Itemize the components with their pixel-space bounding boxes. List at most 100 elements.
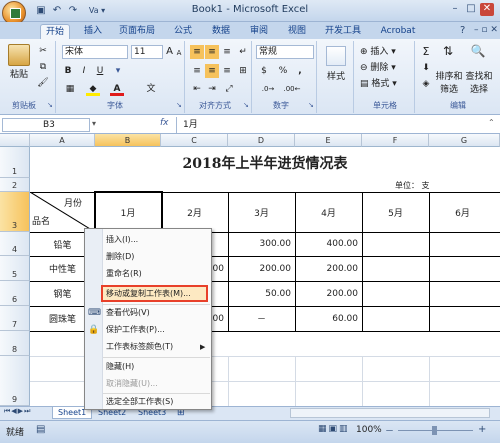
month-cell-2[interactable]: 2月 <box>161 192 228 232</box>
font-name-combo[interactable]: 宋体 <box>62 45 128 59</box>
formula-expand-icon[interactable]: ⌃ <box>488 118 495 127</box>
menu-item-insert[interactable]: 插入(I)... <box>85 232 211 248</box>
find-select-button[interactable]: 查找和 <box>464 70 494 84</box>
column-header-d[interactable]: D <box>228 134 295 147</box>
styles-button[interactable]: 样式 <box>320 70 352 84</box>
row-header-9[interactable]: 9 <box>0 356 30 406</box>
row-header-1[interactable]: 1 <box>0 147 30 178</box>
currency-icon[interactable]: $ <box>256 64 272 78</box>
align-bottom-icon[interactable]: ≡ <box>220 45 234 59</box>
align-right-icon[interactable]: ≡ <box>220 64 234 78</box>
styles-icon[interactable] <box>326 46 346 66</box>
font-launcher-icon[interactable]: ↘ <box>176 101 182 109</box>
menu-item-view-code[interactable]: 查看代码(V) <box>85 305 211 321</box>
month-cell-6[interactable]: 6月 <box>429 192 496 232</box>
column-header-b[interactable]: B <box>95 134 161 147</box>
format-painter-icon[interactable]: 🖌 <box>36 76 50 90</box>
column-header-e[interactable]: E <box>295 134 362 147</box>
increase-indent-icon[interactable]: ⇥ <box>205 82 219 96</box>
insert-cells-button[interactable]: ⊕ 插入 ▾ <box>360 45 396 59</box>
copy-icon[interactable]: ⧉ <box>36 60 50 74</box>
row-header-5[interactable]: 5 <box>0 256 30 281</box>
bold-button[interactable]: B <box>62 64 74 78</box>
fill-icon[interactable]: ⬇ <box>420 61 432 75</box>
align-top-icon[interactable]: ≡ <box>190 45 204 59</box>
horizontal-scrollbar[interactable] <box>290 408 490 418</box>
menu-item-tab-color[interactable]: 工作表标签颜色(T) <box>85 339 211 355</box>
data-cell[interactable]: 200.00 <box>228 256 292 281</box>
data-cell[interactable]: 400.00 <box>295 232 359 256</box>
minimize-icon[interactable]: – <box>448 3 462 16</box>
sort-filter-icon[interactable]: ⇅ <box>440 44 456 58</box>
help-icon[interactable]: ? <box>460 25 465 36</box>
paste-button[interactable]: 粘贴 <box>4 68 34 82</box>
data-cell[interactable]: 200.00 <box>295 281 359 306</box>
menu-item-delete[interactable]: 删除(D) <box>85 249 211 265</box>
tab-formulas[interactable]: 公式 <box>168 24 198 39</box>
increase-decimal-icon[interactable]: .0→ <box>258 82 278 96</box>
menu-item-hide[interactable]: 隐藏(H) <box>85 359 211 375</box>
month-cell-1[interactable]: 1月 <box>95 192 161 232</box>
find-select-icon[interactable]: 🔍 <box>470 44 486 58</box>
number-launcher-icon[interactable]: ↘ <box>308 101 314 109</box>
font-color-button[interactable]: A <box>110 82 124 96</box>
clear-icon[interactable]: ◈ <box>420 77 432 91</box>
tab-review[interactable]: 审阅 <box>244 24 274 39</box>
number-format-combo[interactable]: 常规 <box>256 45 314 59</box>
paste-icon[interactable] <box>8 44 30 66</box>
tab-data[interactable]: 数据 <box>206 24 236 39</box>
percent-button[interactable]: % <box>277 64 289 78</box>
data-cell[interactable]: 300.00 <box>228 232 292 256</box>
column-header-c[interactable]: C <box>161 134 228 147</box>
align-middle-icon[interactable]: ≡ <box>205 45 219 59</box>
format-cells-button[interactable]: ▤ 格式 ▾ <box>360 77 397 91</box>
row-header-2[interactable]: 2 <box>0 178 30 192</box>
worksheet-grid[interactable]: A B C D E F G 1 2 3 4 5 6 7 8 9 2018年上半年… <box>0 134 500 406</box>
borders-icon[interactable]: ▦ <box>62 82 78 96</box>
data-cell[interactable]: 50.00 <box>228 281 291 306</box>
clipboard-launcher-icon[interactable]: ↘ <box>47 101 53 109</box>
menu-item-move-copy[interactable]: 移动或复制工作表(M)... <box>85 286 211 302</box>
align-center-icon[interactable]: ≡ <box>205 64 219 78</box>
decrease-decimal-icon[interactable]: .00← <box>282 82 302 96</box>
data-cell[interactable]: 60.00 <box>295 306 358 331</box>
macro-record-icon[interactable]: ▤ <box>36 424 45 435</box>
underline-dropdown-icon[interactable]: ▾ <box>112 64 124 78</box>
grow-font-button[interactable]: A <box>165 45 174 59</box>
font-size-combo[interactable]: 11 <box>131 45 163 59</box>
month-cell-4[interactable]: 4月 <box>295 192 362 232</box>
formula-input[interactable]: 1月 <box>176 117 486 133</box>
row-header-3[interactable]: 3 <box>0 192 30 232</box>
sheet-nav-arrows-icon[interactable]: ⏮◀▶⏭ <box>4 407 31 416</box>
cut-icon[interactable]: ✂ <box>36 44 50 58</box>
maximize-icon[interactable]: □ <box>464 3 478 16</box>
menu-item-rename[interactable]: 重命名(R) <box>85 266 211 282</box>
column-header-f[interactable]: F <box>362 134 429 147</box>
merge-cells-icon[interactable]: ⊞ <box>236 64 250 78</box>
insert-function-button[interactable]: fx <box>160 118 169 128</box>
phonetic-button[interactable]: 文 <box>144 82 158 96</box>
tab-home[interactable]: 开始 <box>40 24 70 39</box>
italic-button[interactable]: I <box>78 64 90 78</box>
data-cell[interactable]: 200.00 <box>295 256 359 281</box>
zoom-slider-thumb[interactable] <box>432 426 437 435</box>
row-header-7[interactable]: 7 <box>0 306 30 331</box>
orientation-icon[interactable]: ⤢ <box>222 82 236 96</box>
decrease-indent-icon[interactable]: ⇤ <box>190 82 204 96</box>
underline-button[interactable]: U <box>94 64 106 78</box>
column-header-a[interactable]: A <box>30 134 95 147</box>
shrink-font-button[interactable]: A <box>175 46 183 60</box>
month-cell-3[interactable]: 3月 <box>228 192 295 232</box>
tab-acrobat[interactable]: Acrobat <box>376 24 420 39</box>
select-all-corner[interactable] <box>0 134 30 147</box>
alignment-launcher-icon[interactable]: ↘ <box>243 101 249 109</box>
row-header-8[interactable]: 8 <box>0 331 30 356</box>
wrap-text-icon[interactable]: ↵ <box>236 45 250 59</box>
ribbon-minimize-icon[interactable]: – ▫ ✕ <box>474 25 498 35</box>
data-cell[interactable]: － <box>228 306 295 331</box>
zoom-in-button[interactable]: + <box>478 424 486 435</box>
tab-developer[interactable]: 开发工具 <box>320 24 366 39</box>
tab-page-layout[interactable]: 页面布局 <box>114 24 160 39</box>
name-box[interactable]: B3 <box>2 118 90 132</box>
delete-cells-button[interactable]: ⊖ 删除 ▾ <box>360 61 396 75</box>
